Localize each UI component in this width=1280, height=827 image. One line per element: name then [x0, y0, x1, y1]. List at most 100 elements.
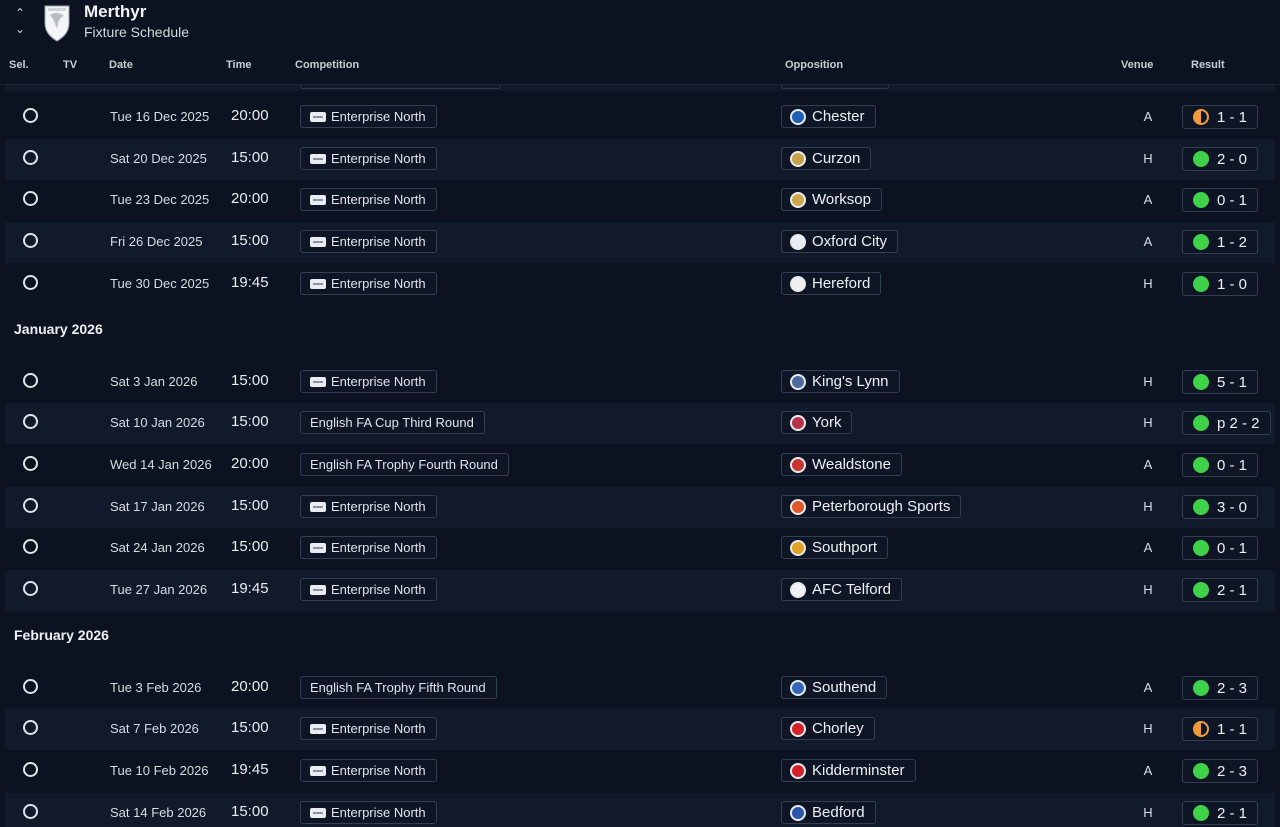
result-link[interactable]: 5 - 1	[1182, 370, 1259, 394]
select-radio[interactable]	[23, 498, 38, 513]
result-link[interactable]: 2 - 1	[1182, 578, 1259, 602]
select-radio[interactable]	[23, 581, 38, 596]
result-link[interactable]: 2 - 0	[1182, 147, 1259, 171]
opposition-link[interactable]: Hereford	[781, 272, 882, 295]
opposition-name: Oxford City	[812, 233, 888, 250]
opposition-link[interactable]: Southend	[781, 676, 888, 699]
opposition-link[interactable]: Chorley	[781, 717, 875, 740]
competition-link[interactable]: Enterprise North	[300, 147, 437, 170]
opposition-link[interactable]: Peterborough Sports	[781, 495, 962, 518]
opposition-link[interactable]: Bedford	[781, 801, 876, 824]
fixture-row[interactable]: Sat 17 Jan 2026 15:00 Enterprise North Pete…	[5, 487, 1275, 528]
competition-link[interactable]: Enterprise North	[300, 717, 437, 740]
select-radio[interactable]	[23, 456, 38, 471]
competition-link[interactable]: Enterprise North	[300, 188, 437, 211]
result-link[interactable]: 0 - 1	[1182, 453, 1259, 477]
result-link[interactable]: p 2 - 2	[1182, 411, 1271, 435]
opposition-link[interactable]: York	[781, 411, 853, 434]
competition-link[interactable]: Enterprise North	[300, 759, 437, 782]
fixture-time: 15:00	[231, 232, 269, 249]
opposition-link[interactable]: Kidderminster	[781, 759, 916, 782]
opposition-link[interactable]: Chester	[781, 105, 876, 128]
col-sel[interactable]: Sel.	[9, 59, 29, 71]
result-link[interactable]: 2 - 3	[1182, 676, 1259, 700]
opposition-link[interactable]: Wealdstone	[781, 453, 902, 476]
fixture-date: Fri 26 Dec 2025	[110, 234, 203, 249]
competition-link[interactable]: Enterprise North	[300, 536, 437, 559]
select-radio[interactable]	[23, 414, 38, 429]
fixture-row[interactable]: Sat 3 Jan 2026 15:00 Enterprise North King'…	[5, 362, 1275, 403]
fixture-row[interactable]: Tue 30 Dec 2025 19:45 Enterprise North Here…	[5, 264, 1275, 305]
select-radio[interactable]	[23, 762, 38, 777]
competition-link[interactable]: Enterprise North	[300, 801, 437, 824]
fixture-list[interactable]: Tue 16 Dec 2025 20:00 Enterprise North Ches…	[5, 85, 1275, 827]
opposition-link[interactable]: King's Lynn	[781, 370, 900, 393]
competition-link[interactable]: Enterprise North	[300, 495, 437, 518]
competition-link[interactable]: English FA Cup Third Round	[300, 411, 485, 434]
select-radio[interactable]	[23, 679, 38, 694]
competition-link[interactable]: Enterprise North	[300, 230, 437, 253]
fixture-row[interactable]: Tue 23 Dec 2025 20:00 Enterprise North Work…	[5, 180, 1275, 221]
result-link[interactable]: 2 - 1	[1182, 801, 1259, 825]
opposition-link[interactable]: Oxford City	[781, 230, 899, 253]
opposition-link[interactable]: AFC Telford	[781, 578, 902, 601]
competition-link[interactable]: Enterprise North	[300, 370, 437, 393]
venue: H	[1143, 276, 1153, 291]
competition-logo-icon	[310, 376, 326, 387]
col-time[interactable]: Time	[226, 59, 251, 71]
result-link[interactable]: 2 - 3	[1182, 759, 1259, 783]
fixture-row[interactable]: Fri 26 Dec 2025 15:00 Enterprise North Oxfo…	[5, 222, 1275, 263]
chevron-down-icon[interactable]: ⌄	[12, 21, 28, 37]
select-radio[interactable]	[23, 804, 38, 819]
result-link[interactable]: 1 - 0	[1182, 272, 1259, 296]
fixture-date: Sat 10 Jan 2026	[110, 415, 205, 430]
fixture-row[interactable]: Sat 10 Jan 2026 15:00 English FA Cup Third…	[5, 403, 1275, 444]
result-link[interactable]: 0 - 1	[1182, 188, 1259, 212]
select-radio[interactable]	[23, 108, 38, 123]
col-opposition[interactable]: Opposition	[785, 59, 843, 71]
select-radio[interactable]	[23, 373, 38, 388]
select-radio[interactable]	[23, 275, 38, 290]
competition-link[interactable]: English FA Trophy Fourth Round	[300, 453, 509, 476]
result-score: 2 - 3	[1217, 679, 1248, 697]
fixture-row[interactable]: Tue 10 Feb 2026 19:45 Enterprise North Kidd…	[5, 751, 1275, 792]
col-result[interactable]: Result	[1191, 59, 1225, 71]
col-competition[interactable]: Competition	[295, 59, 359, 71]
competition-logo-icon	[310, 278, 326, 289]
competition-link[interactable]: English FA Trophy Fifth Round	[300, 676, 497, 699]
result-link[interactable]: 3 - 0	[1182, 495, 1259, 519]
select-radio[interactable]	[23, 720, 38, 735]
fixture-row[interactable]: Sat 24 Jan 2026 15:00 Enterprise North Sout…	[5, 528, 1275, 569]
competition-link[interactable]: Enterprise North	[300, 578, 437, 601]
club-name[interactable]: Merthyr	[84, 2, 146, 22]
col-venue[interactable]: Venue	[1121, 59, 1153, 71]
fixture-row[interactable]: Sat 14 Feb 2026 15:00 Enterprise North Bedf…	[5, 793, 1275, 827]
result-link[interactable]: 1 - 1	[1182, 105, 1259, 129]
select-radio[interactable]	[23, 539, 38, 554]
opposition-link[interactable]: Worksop	[781, 188, 882, 211]
fixture-row[interactable]: Sat 7 Feb 2026 15:00 Enterprise North Chorl…	[5, 709, 1275, 750]
club-badge-icon	[790, 804, 806, 821]
result-link[interactable]: 1 - 1	[1182, 717, 1259, 741]
col-tv[interactable]: TV	[63, 59, 77, 71]
fixture-row[interactable]: Tue 27 Jan 2026 19:45 Enterprise North AFC …	[5, 570, 1275, 611]
select-radio[interactable]	[23, 233, 38, 248]
opposition-link[interactable]: Southport	[781, 536, 889, 559]
competition-link[interactable]: Enterprise North	[300, 272, 437, 295]
result-link[interactable]: 1 - 2	[1182, 230, 1259, 254]
select-radio[interactable]	[23, 191, 38, 206]
fixture-row[interactable]: Tue 3 Feb 2026 20:00 English FA Trophy Fif…	[5, 668, 1275, 709]
result-link[interactable]: 0 - 1	[1182, 536, 1259, 560]
result-score: p 2 - 2	[1217, 414, 1260, 432]
opposition-link[interactable]: Curzon	[781, 147, 872, 170]
col-date[interactable]: Date	[109, 59, 133, 71]
fixture-row[interactable]: Tue 16 Dec 2025 20:00 Enterprise North Ches…	[5, 97, 1275, 138]
fixture-row[interactable]: Wed 14 Jan 2026 20:00 English FA Trophy Fo…	[5, 445, 1275, 486]
select-radio[interactable]	[23, 150, 38, 165]
club-crest-icon[interactable]	[42, 3, 72, 43]
competition-logo-icon	[310, 194, 326, 205]
fixture-row[interactable]: Sat 20 Dec 2025 15:00 Enterprise North Curz…	[5, 139, 1275, 180]
competition-logo-icon	[310, 542, 326, 553]
chevron-up-icon[interactable]: ⌃	[12, 5, 28, 21]
competition-link[interactable]: Enterprise North	[300, 105, 437, 128]
